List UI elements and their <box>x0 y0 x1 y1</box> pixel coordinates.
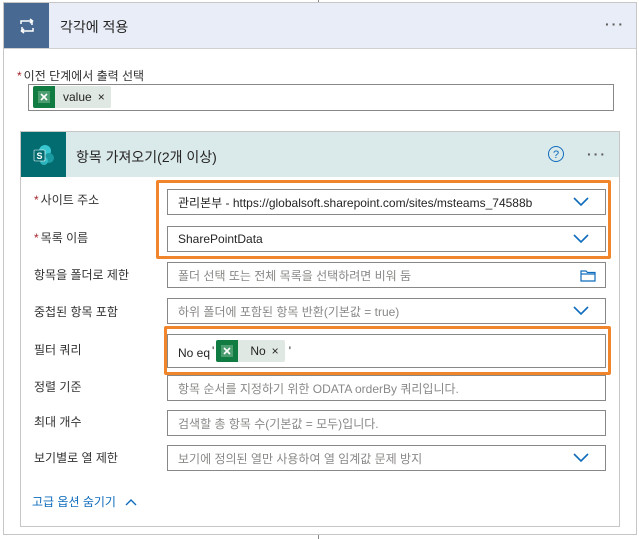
loop-icon <box>4 3 49 48</box>
outer-more-menu-button[interactable]: ··· <box>605 16 625 32</box>
apply-to-each-header[interactable]: 각각에 적용 ··· <box>4 3 636 49</box>
order-by-label: 정렬 기준 <box>34 380 82 394</box>
value-token-remove[interactable]: × <box>98 90 111 104</box>
order-by-placeholder: 항목 순서를 지정하기 위한 ODATA orderBy 쿼리입니다. <box>178 381 459 396</box>
required-asterisk: * <box>17 69 22 83</box>
folder-limit-placeholder: 폴더 선택 또는 전체 목록을 선택하려면 비워 둠 <box>178 268 412 283</box>
hide-advanced-options-text: 고급 옵션 숨기기 <box>32 495 116 509</box>
filter-query-highlight <box>164 326 611 375</box>
value-token-label: value <box>63 90 92 104</box>
top-count-label: 최대 개수 <box>34 415 82 429</box>
get-items-title: 항목 가져오기(2개 이상) <box>76 149 217 165</box>
apply-to-each-card: 각각에 적용 ··· * 이전 단계에서 출력 선택 value × S 항목 … <box>3 2 637 535</box>
prev-output-label: * 이전 단계에서 출력 선택 <box>17 67 144 84</box>
list-name-label: * 목록 이름 <box>34 229 88 246</box>
top-count-input[interactable]: 검색할 총 항목 수(기본값 = 모두)입니다. <box>167 410 606 436</box>
site-address-label: * 사이트 주소 <box>34 191 99 208</box>
get-items-card: S 항목 가져오기(2개 이상) ? ··· * 사이트 주소 관리본부 - ht… <box>20 131 620 527</box>
excel-icon <box>33 86 55 108</box>
prev-output-label-text: 이전 단계에서 출력 선택 <box>23 69 145 83</box>
hide-advanced-options-link[interactable]: 고급 옵션 숨기기 <box>32 493 137 510</box>
site-list-highlight <box>156 180 611 259</box>
limit-columns-placeholder: 보기에 정의된 열만 사용하여 열 임계값 문제 방지 <box>178 451 423 466</box>
chevron-up-icon <box>125 499 137 506</box>
nested-items-label: 중첩된 항목 포함 <box>34 305 118 319</box>
folder-limit-label: 항목을 폴더로 제한 <box>34 268 129 282</box>
order-by-input[interactable]: 항목 순서를 지정하기 위한 ODATA orderBy 쿼리입니다. <box>167 375 606 401</box>
top-count-placeholder: 검색할 총 항목 수(기본값 = 모두)입니다. <box>178 416 379 431</box>
nested-items-placeholder: 하위 폴더에 포함된 항목 반환(기본값 = true) <box>178 304 400 319</box>
chevron-down-icon <box>573 306 589 316</box>
sharepoint-icon: S <box>21 132 66 177</box>
prev-output-input[interactable]: value × <box>28 84 614 111</box>
filter-query-label: 필터 쿼리 <box>34 343 82 357</box>
limit-columns-label: 보기별로 열 제한 <box>34 451 118 465</box>
folder-icon[interactable] <box>580 269 596 282</box>
required-asterisk: * <box>34 193 39 207</box>
required-asterisk: * <box>34 231 39 245</box>
folder-limit-input[interactable]: 폴더 선택 또는 전체 목록을 선택하려면 비워 둠 <box>167 262 606 288</box>
site-address-label-text: 사이트 주소 <box>40 193 100 207</box>
inner-more-menu-button[interactable]: ··· <box>587 146 607 162</box>
chevron-down-icon <box>573 453 589 463</box>
help-icon[interactable]: ? <box>548 146 564 162</box>
apply-to-each-title: 각각에 적용 <box>60 19 129 35</box>
limit-columns-dropdown[interactable]: 보기에 정의된 열만 사용하여 열 임계값 문제 방지 <box>167 445 606 471</box>
value-token[interactable]: value × <box>33 86 111 108</box>
list-name-label-text: 목록 이름 <box>40 231 89 245</box>
svg-text:S: S <box>36 151 42 161</box>
get-items-header[interactable]: S 항목 가져오기(2개 이상) ? ··· <box>21 132 619 177</box>
nested-items-dropdown[interactable]: 하위 폴더에 포함된 항목 반환(기본값 = true) <box>167 298 606 324</box>
